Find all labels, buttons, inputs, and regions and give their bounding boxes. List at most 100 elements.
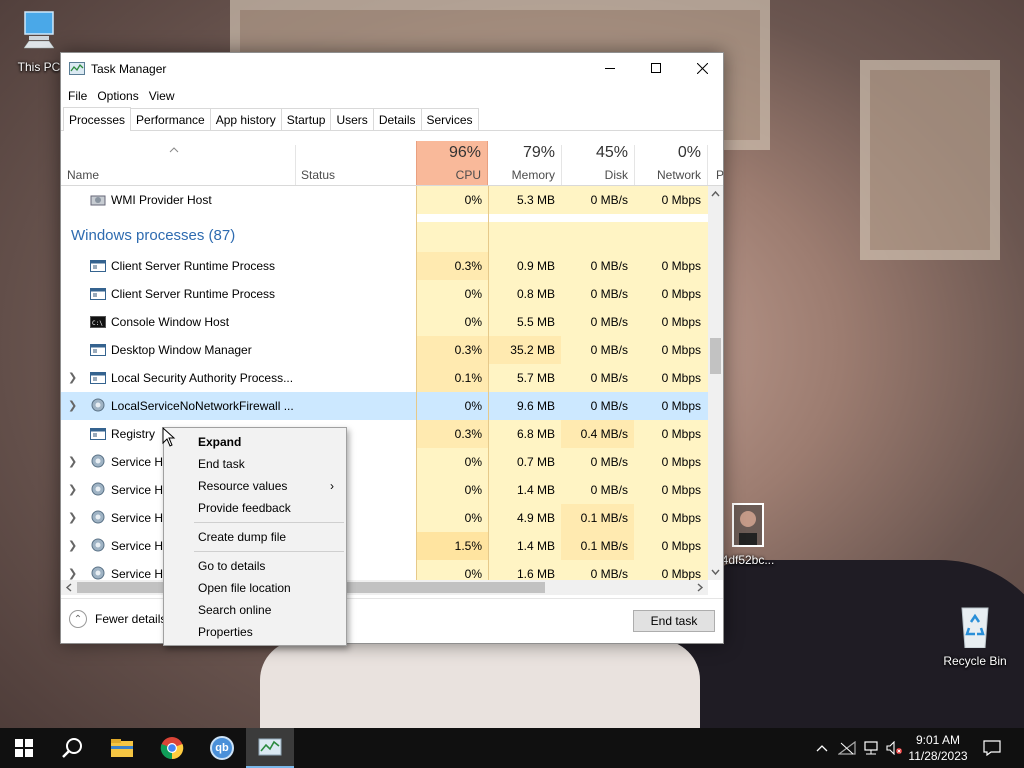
fewer-details-button[interactable]: ⌃ Fewer details [69,610,166,628]
wallpaper-shirt [260,640,700,730]
action-center-button[interactable] [980,728,1004,768]
table-row[interactable]: Client Server Runtime Process 0% 0.8 MB … [61,280,708,308]
memory-percent: 79% [522,144,555,161]
table-row[interactable]: ❯ Service Ho 0% 0.7 MB 0 MB/s 0 Mbps [61,448,708,476]
menu-item-open-file-location[interactable]: Open file location [164,577,346,599]
column-header-cpu[interactable]: 96% CPU [416,141,488,185]
chevron-right-icon[interactable]: ❯ [68,392,77,420]
cpu-value: 0% [464,399,482,413]
tab-startup[interactable]: Startup [280,108,332,130]
process-name: Service Ho [111,539,170,553]
chevron-right-icon[interactable]: ❯ [68,364,77,392]
menu-item-expand[interactable]: Expand [164,431,346,453]
table-row[interactable]: ❯ Service Ho 0% 1.6 MB 0 MB/s 0 Mbps [61,560,708,580]
cpu-value: 0% [464,455,482,469]
maximize-button[interactable] [633,53,679,83]
taskbar-task-manager[interactable] [246,728,294,768]
table-row-selected[interactable]: ❯ LocalServiceNoNetworkFirewall ... 0% 9… [61,392,708,420]
horizontal-scrollbar[interactable] [61,580,708,595]
table-row[interactable]: Client Server Runtime Process 0.3% 0.9 M… [61,252,708,280]
taskbar-file-explorer[interactable] [98,728,146,768]
menu-file[interactable]: File [63,89,92,103]
table-row[interactable]: WMI Provider Host 0% 5.3 MB 0 MB/s 0 Mbp… [61,186,708,214]
scroll-up-icon[interactable] [708,188,723,200]
title-bar[interactable]: Task Manager [61,53,723,85]
show-hidden-icons-button[interactable] [812,728,832,768]
task-manager-icon [258,738,282,756]
scroll-left-icon[interactable] [63,580,75,595]
chevron-right-icon[interactable]: ❯ [68,476,77,504]
search-button[interactable] [48,728,96,768]
group-header[interactable]: Windows processes (87) [61,222,708,252]
table-row[interactable]: ❯ Local Security Authority Process... 0.… [61,364,708,392]
taskbar-qbittorrent[interactable]: qb [198,728,246,768]
table-row[interactable]: ❯ Service Ho 0% 1.4 MB 0 MB/s 0 Mbps [61,476,708,504]
end-task-button[interactable]: End task [633,610,715,632]
menu-item-resource-values[interactable]: Resource values › [164,475,346,497]
memory-value: 1.4 MB [516,539,555,553]
table-row[interactable]: C:\ Console Window Host 0% 5.5 MB 0 MB/s… [61,308,708,336]
menu-item-create-dump-file[interactable]: Create dump file [164,526,346,548]
chevron-right-icon[interactable]: ❯ [68,532,77,560]
cpu-value: 0.3% [454,343,482,357]
menu-view[interactable]: View [144,89,180,103]
column-header-status[interactable]: Status [295,141,415,185]
tab-processes[interactable]: Processes [63,107,132,131]
menu-item-end-task[interactable]: End task [164,453,346,475]
column-header-disk[interactable]: 45% Disk [561,141,634,185]
gear-icon [90,566,106,580]
tab-performance[interactable]: Performance [130,108,211,130]
process-name: Client Server Runtime Process [111,287,276,301]
vertical-scroll-thumb[interactable] [710,338,721,374]
menu-item-provide-feedback[interactable]: Provide feedback [164,497,346,519]
process-name: LocalServiceNoNetworkFirewall ... [111,399,294,413]
cpu-value: 0% [464,287,482,301]
scroll-right-icon[interactable] [694,580,706,595]
table-row[interactable]: ❯ Service Ho 0% 4.9 MB 0.1 MB/s 0 Mbps [61,504,708,532]
minimize-button[interactable] [587,53,633,83]
menu-item-search-online[interactable]: Search online [164,599,346,621]
table-row[interactable]: Desktop Window Manager 0.3% 35.2 MB 0 MB… [61,336,708,364]
disk-value: 0 MB/s [590,371,628,385]
sort-ascending-icon [169,147,179,153]
tray-network[interactable] [860,728,882,768]
tab-users[interactable]: Users [330,108,374,130]
menu-item-go-to-details[interactable]: Go to details [164,555,346,577]
column-header-power-partial[interactable]: P [707,141,724,185]
start-button[interactable] [0,728,48,768]
menu-options[interactable]: Options [92,89,143,103]
tab-details[interactable]: Details [372,108,422,130]
close-icon [696,62,708,74]
table-row[interactable]: Registry 0.3% 6.8 MB 0.4 MB/s 0 Mbps [61,420,708,448]
chevron-right-icon[interactable]: ❯ [68,448,77,476]
memory-value: 6.8 MB [516,427,555,441]
column-header-name[interactable]: Name [61,141,295,185]
taskbar-chrome[interactable] [148,728,196,768]
disk-value: 0 MB/s [590,259,628,273]
process-name: Service Ho [111,483,170,497]
tab-app-history[interactable]: App history [209,108,282,130]
vertical-scrollbar[interactable] [708,186,723,580]
chevron-right-icon[interactable]: ❯ [68,560,77,580]
memory-value: 5.3 MB [516,193,555,207]
network-value: 0 Mbps [661,371,701,385]
qbittorrent-label: qb [215,742,229,754]
menu-item-properties[interactable]: Properties [164,621,346,643]
group-heat [416,222,708,252]
gear-icon [90,398,106,413]
menu-separator [194,522,344,523]
column-header-memory[interactable]: 79% Memory [488,141,561,185]
tab-services[interactable]: Services [420,108,479,130]
search-icon [62,738,82,758]
clock[interactable]: 9:01 AM 11/28/2023 [900,732,976,764]
close-button[interactable] [679,53,725,83]
tray-network-disabled[interactable] [836,728,858,768]
column-label: Disk [604,168,628,182]
table-row[interactable]: ❯ Service Ho 1.5% 1.4 MB 0.1 MB/s 0 Mbps [61,532,708,560]
desktop-icon-recycle-bin[interactable]: Recycle Bin [940,604,1010,668]
chevron-right-icon[interactable]: ❯ [68,504,77,532]
memory-value: 1.6 MB [516,567,555,580]
qbittorrent-icon: qb [210,736,234,760]
column-header-network[interactable]: 0% Network [634,141,707,185]
scroll-down-icon[interactable] [708,566,723,578]
